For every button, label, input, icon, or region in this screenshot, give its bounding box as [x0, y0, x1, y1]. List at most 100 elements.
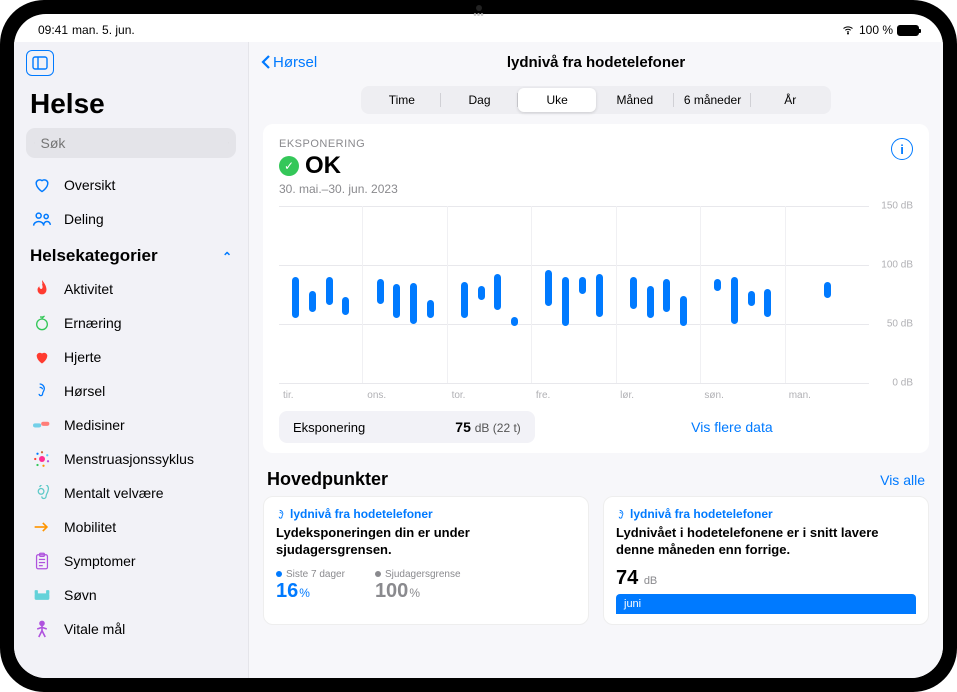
highlight-month-bar: juni	[616, 594, 916, 614]
sidebar-category-item[interactable]: Mobilitet	[26, 510, 236, 544]
chart-bar	[680, 296, 687, 327]
sidebar-category-item[interactable]: Menstruasjonssyklus	[26, 442, 236, 476]
exposure-label: EKSPONERING	[279, 138, 398, 150]
chart-bar	[427, 300, 434, 318]
category-icon	[32, 620, 52, 638]
chart-bar	[630, 277, 637, 309]
sidebar: Helse Oversikt Deling	[14, 42, 249, 678]
y-axis-label: 0 dB	[892, 378, 913, 389]
seg-item-uke[interactable]: Uke	[518, 88, 596, 112]
sidebar-category-item[interactable]: Mentalt velvære	[26, 476, 236, 510]
x-axis-label: lør.	[616, 390, 700, 401]
sidebar-category-item[interactable]: Vitale mål	[26, 612, 236, 646]
sidebar-toggle-button[interactable]	[26, 50, 54, 76]
x-axis-label: fre.	[532, 390, 616, 401]
chart-bar	[545, 270, 552, 307]
status-ok-text: OK	[305, 152, 341, 180]
seg-item-dag[interactable]: Dag	[441, 88, 519, 112]
sidebar-category-item[interactable]: Ernæring	[26, 306, 236, 340]
app-title: Helse	[30, 88, 232, 120]
category-icon	[32, 280, 52, 298]
info-button[interactable]: i	[891, 138, 913, 160]
category-label: Søvn	[64, 587, 97, 603]
search-field[interactable]	[26, 128, 236, 158]
category-label: Ernæring	[64, 315, 122, 331]
heart-outline-icon	[32, 177, 52, 193]
chart-day-column	[362, 206, 446, 383]
chart-bar	[511, 317, 518, 326]
battery-percent: 100 %	[859, 23, 893, 37]
highlight-description: Lydeksponeringen din er under sjudagersg…	[276, 525, 576, 559]
sidebar-category-item[interactable]: Hjerte	[26, 340, 236, 374]
categories-header[interactable]: Helsekategorier ⌄	[30, 246, 232, 266]
sidebar-category-item[interactable]: Symptomer	[26, 544, 236, 578]
summary-label: Eksponering	[293, 420, 365, 435]
chevron-down-icon: ⌄	[222, 249, 232, 263]
chart-day-column	[279, 206, 362, 383]
show-more-data-link[interactable]: Vis flere data	[551, 419, 913, 435]
chart-day-column	[785, 206, 869, 383]
highlight-title: lydnivå fra hodetelefoner	[276, 507, 576, 521]
category-icon	[32, 552, 52, 570]
highlight-card[interactable]: lydnivå fra hodetelefoner Lydeksponering…	[263, 496, 589, 625]
chart-day-column	[700, 206, 784, 383]
sidebar-item-overview[interactable]: Oversikt	[26, 168, 236, 202]
y-axis-label: 100 dB	[881, 260, 913, 271]
highlights-show-all-link[interactable]: Vis alle	[880, 472, 925, 488]
chart-bar	[764, 289, 771, 317]
search-icon	[34, 136, 35, 150]
sidebar-category-item[interactable]: Hørsel	[26, 374, 236, 408]
category-label: Menstruasjonssyklus	[64, 451, 194, 467]
highlight-card[interactable]: lydnivå fra hodetelefoner Lydnivået i ho…	[603, 496, 929, 625]
exposure-summary[interactable]: Eksponering 75 dB (22 t)	[279, 411, 535, 443]
category-label: Hjerte	[64, 349, 101, 365]
sidebar-category-item[interactable]: Søvn	[26, 578, 236, 612]
battery-icon	[897, 25, 919, 36]
category-label: Hørsel	[64, 383, 105, 399]
category-label: Medisiner	[64, 417, 125, 433]
status-ok-icon: ✓	[279, 156, 299, 176]
seg-item-år[interactable]: År	[751, 88, 829, 112]
chart-bar	[478, 286, 485, 300]
seg-item-måned[interactable]: Måned	[596, 88, 674, 112]
seg-item-time[interactable]: Time	[363, 88, 441, 112]
category-icon	[32, 315, 52, 331]
highlight-title: lydnivå fra hodetelefoner	[616, 507, 916, 521]
category-label: Vitale mål	[64, 621, 125, 637]
chart-bar	[326, 277, 333, 305]
search-input[interactable]	[41, 135, 222, 151]
highlights-title: Hovedpunkter	[267, 469, 388, 490]
chart-bar	[393, 284, 400, 318]
sidebar-item-label: Oversikt	[64, 177, 115, 193]
sidebar-category-item[interactable]: Aktivitet	[26, 272, 236, 306]
people-icon	[32, 211, 52, 227]
x-axis-label: tor.	[448, 390, 532, 401]
chart-bar	[562, 277, 569, 327]
category-icon	[32, 520, 52, 534]
sidebar-category-item[interactable]: Medisiner	[26, 408, 236, 442]
highlight-stat: Sjudagersgrense 100%	[375, 569, 461, 603]
chart-bar	[494, 274, 501, 309]
chart-bar	[647, 286, 654, 318]
ear-icon	[276, 509, 287, 520]
chart-day-column	[447, 206, 531, 383]
status-date: man. 5. jun.	[72, 23, 135, 37]
y-axis-label: 150 dB	[881, 201, 913, 212]
summary-value: 75 dB (22 t)	[455, 419, 521, 435]
chart-bar	[292, 277, 299, 318]
time-range-segmented[interactable]: TimeDagUkeMåned6 månederÅr	[361, 86, 831, 114]
seg-item-6måneder[interactable]: 6 måneder	[674, 88, 752, 112]
exposure-chart[interactable]: 150 dB100 dB50 dB0 dBtir.ons.tor.fre.lør…	[279, 206, 913, 401]
chart-bar	[579, 277, 586, 295]
ear-icon	[616, 509, 627, 520]
sidebar-item-sharing[interactable]: Deling	[26, 202, 236, 236]
category-icon	[32, 588, 52, 602]
back-button[interactable]: Hørsel	[261, 54, 317, 71]
category-label: Mobilitet	[64, 519, 116, 535]
status-bar: 09:41 man. 5. jun. 100 %	[14, 18, 943, 42]
highlight-description: Lydnivået i hodetelefonene er i snitt la…	[616, 525, 916, 559]
x-axis-label: ons.	[363, 390, 447, 401]
y-axis-label: 50 dB	[887, 319, 913, 330]
sidebar-item-label: Deling	[64, 211, 104, 227]
chart-bar	[461, 282, 468, 319]
